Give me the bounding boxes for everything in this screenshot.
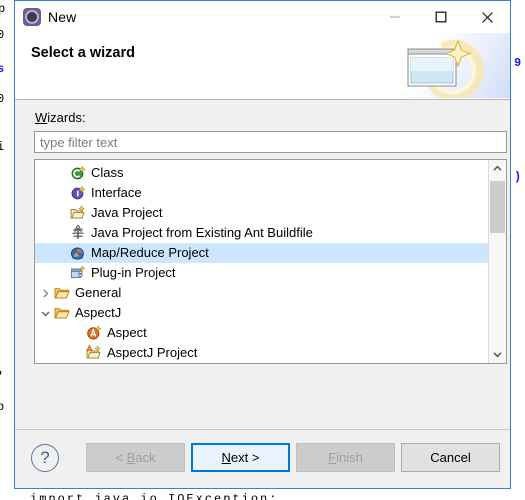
window-controls bbox=[372, 1, 510, 33]
twisty-collapsed-icon[interactable] bbox=[37, 288, 53, 298]
wizards-tree[interactable]: Class Interface Java Project Java Project f… bbox=[34, 159, 507, 364]
help-button[interactable]: ? bbox=[31, 444, 59, 472]
plugin-project-icon bbox=[71, 265, 86, 278]
new-wizard-dialog: New Select a wizard Wizards: type filter… bbox=[14, 0, 511, 489]
chevron-right-icon bbox=[42, 288, 48, 298]
java-interface-icon bbox=[71, 185, 86, 200]
backdrop-text: p bbox=[0, 400, 5, 414]
button-label: Finish bbox=[328, 450, 363, 465]
button-label: < Back bbox=[115, 450, 156, 465]
aspect-icon bbox=[85, 325, 103, 341]
java-project-icon bbox=[69, 205, 87, 221]
wizards-label-mnemonic: W bbox=[35, 110, 48, 125]
finish-button: Finish bbox=[296, 443, 395, 472]
folder-icon bbox=[53, 305, 71, 321]
java-class-icon bbox=[71, 165, 86, 180]
folder-icon bbox=[54, 288, 70, 299]
backdrop-text: 9 bbox=[514, 56, 522, 70]
twisty-expanded-icon[interactable] bbox=[37, 309, 53, 318]
tree-item-label: Plug-in Project bbox=[91, 265, 176, 280]
folder-icon bbox=[54, 308, 70, 319]
maximize-icon bbox=[435, 11, 447, 23]
chevron-down-icon bbox=[40, 310, 50, 316]
page-title: Select a wizard bbox=[31, 45, 135, 61]
tree-item-label: Map/Reduce Project bbox=[91, 245, 209, 260]
dialog-button-row: < Back Next > Finish Cancel bbox=[86, 443, 500, 472]
tree-item-class[interactable]: Class bbox=[35, 163, 488, 183]
back-button: < Back bbox=[86, 443, 185, 472]
plugin-project-icon bbox=[69, 265, 87, 281]
backdrop-text: i bbox=[0, 140, 5, 154]
scroll-up-button[interactable] bbox=[489, 160, 506, 177]
tree-item-aspect[interactable]: Aspect bbox=[35, 323, 488, 343]
aspect-icon bbox=[87, 325, 102, 340]
minimize-button[interactable] bbox=[372, 1, 418, 33]
tree-item-label: Interface bbox=[91, 185, 142, 200]
dialog-title: New bbox=[48, 9, 77, 25]
tree-item-label: Class bbox=[91, 165, 124, 180]
close-button[interactable] bbox=[464, 1, 510, 33]
backdrop-text: 0 bbox=[0, 28, 5, 42]
tree-item-plug-in-project[interactable]: Plug-in Project bbox=[35, 263, 488, 283]
backdrop-text: ) bbox=[514, 170, 522, 184]
maximize-button[interactable] bbox=[418, 1, 464, 33]
mapreduce-project-icon bbox=[69, 245, 87, 261]
tree-item-general[interactable]: General bbox=[35, 283, 488, 303]
button-label: Next > bbox=[221, 450, 260, 465]
minimize-icon bbox=[390, 16, 400, 18]
java-class-icon bbox=[69, 165, 87, 181]
dialog-body: Wizards: Class Interface Java Project Java … bbox=[15, 100, 510, 429]
new-wizard-sparkle-banner bbox=[380, 33, 510, 98]
aspectj-project-icon bbox=[85, 345, 103, 361]
aspectj-project-icon bbox=[86, 345, 101, 359]
tree-item-map-reduce-project[interactable]: Map/Reduce Project bbox=[35, 243, 488, 263]
tree-item-aspectj-project[interactable]: AspectJ Project bbox=[35, 343, 488, 363]
tree-item-interface[interactable]: Interface bbox=[35, 183, 488, 203]
tree-item-label: AspectJ bbox=[75, 305, 122, 320]
next-button[interactable]: Next > bbox=[191, 443, 290, 472]
ant-buildfile-icon bbox=[69, 225, 87, 241]
backdrop-text: s bbox=[0, 62, 5, 76]
tree-item-label: Aspect bbox=[107, 325, 147, 340]
wizards-tree-list[interactable]: Class Interface Java Project Java Project f… bbox=[35, 160, 488, 363]
java-project-icon bbox=[70, 205, 85, 219]
backdrop-text: import java.io.IOException; bbox=[30, 492, 279, 500]
eclipse-wizard-icon bbox=[23, 8, 41, 26]
dialog-footer: ? < Back Next > Finish Cancel bbox=[15, 429, 510, 488]
java-interface-icon bbox=[69, 185, 87, 201]
backdrop-text: ' bbox=[0, 370, 4, 384]
tree-item-label: AspectJ Project bbox=[107, 345, 198, 360]
cancel-button[interactable]: Cancel bbox=[401, 443, 500, 472]
ant-buildfile-icon bbox=[72, 225, 84, 239]
wizards-label: Wizards: bbox=[35, 110, 86, 125]
scroll-track[interactable] bbox=[489, 177, 506, 346]
backdrop-text: p bbox=[0, 2, 6, 16]
tree-item-label: Java Project bbox=[91, 205, 163, 220]
chevron-down-icon bbox=[493, 352, 502, 358]
dialog-titlebar[interactable]: New bbox=[15, 1, 510, 33]
tree-item-aspectj[interactable]: AspectJ bbox=[35, 303, 488, 323]
backdrop-text: 0 bbox=[0, 92, 5, 106]
button-label: Cancel bbox=[430, 450, 471, 465]
tree-item-java-project[interactable]: Java Project bbox=[35, 203, 488, 223]
scroll-down-button[interactable] bbox=[489, 346, 506, 363]
tree-item-label: General bbox=[75, 285, 122, 300]
wizards-label-rest: izards: bbox=[47, 110, 86, 125]
tree-item-label: Java Project from Existing Ant Buildfile bbox=[91, 225, 313, 240]
mapreduce-project-icon bbox=[70, 247, 84, 260]
tree-item-java-project-from-existing-ant-buildfile[interactable]: Java Project from Existing Ant Buildfile bbox=[35, 223, 488, 243]
chevron-up-icon bbox=[493, 165, 502, 171]
tree-vertical-scrollbar[interactable] bbox=[488, 160, 506, 363]
scroll-thumb[interactable] bbox=[490, 181, 505, 233]
filter-input[interactable] bbox=[34, 131, 507, 153]
folder-icon bbox=[53, 285, 71, 301]
dialog-header: Select a wizard bbox=[15, 33, 510, 100]
close-icon bbox=[481, 11, 493, 23]
